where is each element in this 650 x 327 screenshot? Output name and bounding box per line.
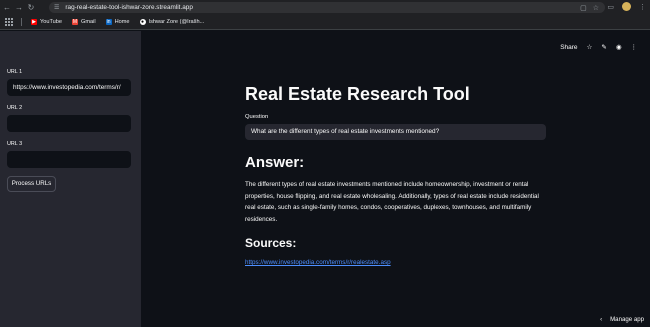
answer-heading: Answer: (245, 154, 305, 171)
chevron-left-icon: ‹ (600, 316, 603, 323)
url3-label: URL 3 (7, 141, 23, 147)
extensions-icon[interactable]: ▭ (607, 3, 614, 11)
url1-input[interactable]: https://www.investopedia.com/terms/r/ (7, 79, 131, 96)
answer-text: The different types of real estate inves… (245, 181, 539, 223)
linkedin-icon: in (105, 19, 112, 25)
bookmark-label: Home (114, 19, 130, 25)
bookmark-label: Gmail (80, 19, 96, 25)
bookmark-star-icon[interactable]: ☆ (593, 4, 599, 12)
url2-input[interactable] (7, 115, 131, 132)
sources-heading: Sources: (245, 236, 297, 250)
star-icon[interactable]: ☆ (587, 43, 593, 51)
browser-menu-icon[interactable]: ⋮ (639, 3, 646, 11)
page-title: Real Estate Research Tool (245, 84, 470, 104)
sidebar: URL 1 https://www.investopedia.com/terms… (0, 31, 141, 327)
browser-toolbar: ← → ↻ ☰ rag-real-estate-tool-ishwar-zore… (0, 0, 650, 15)
address-url[interactable]: rag-real-estate-tool-ishwar-zore.streaml… (65, 4, 193, 11)
bookmark-github[interactable]: ● Ishwar Zore (@Irašh... (139, 19, 205, 25)
app-toolbar: Share ☆ ✎ ◉ ⋮ (560, 43, 638, 52)
content-column: Real Estate Research Tool Question What … (245, 84, 547, 266)
bookmark-youtube[interactable]: ▶ YouTube (31, 19, 62, 25)
youtube-icon: ▶ (31, 19, 37, 25)
bookmark-label: YouTube (40, 19, 62, 25)
manage-app-button[interactable]: ‹ Manage app (600, 316, 644, 323)
github-icon[interactable]: ◉ (616, 43, 622, 51)
profile-avatar[interactable] (622, 2, 631, 11)
source-link[interactable]: https://www.investopedia.com/terms/r/rea… (245, 259, 547, 266)
app-menu-icon[interactable]: ⋮ (631, 43, 638, 51)
bookmarks-bar: ▶ YouTube M Gmail in Home ● Ishwar Zore … (0, 15, 650, 30)
manage-app-label: Manage app (610, 316, 644, 323)
bookmark-label: Ishwar Zore (@Irašh... (148, 19, 205, 25)
url1-label: URL 1 (7, 69, 23, 75)
bookmarks-divider (21, 18, 22, 26)
bookmark-gmail[interactable]: M Gmail (71, 19, 96, 25)
share-button[interactable]: Share (560, 44, 577, 51)
forward-icon[interactable]: → (14, 3, 24, 13)
main-content: Share ☆ ✎ ◉ ⋮ Real Estate Research Tool … (141, 31, 650, 327)
gmail-icon: M (71, 19, 78, 25)
process-urls-button[interactable]: Process URLs (7, 176, 56, 192)
question-input[interactable]: What are the different types of real est… (245, 124, 546, 140)
apps-grid-icon[interactable] (5, 18, 13, 26)
reload-icon[interactable]: ↻ (26, 3, 36, 13)
edit-icon[interactable]: ✎ (601, 43, 606, 51)
site-info-icon[interactable]: ☰ (54, 4, 59, 11)
bookmark-home[interactable]: in Home (105, 19, 130, 25)
url3-input[interactable] (7, 151, 131, 168)
address-bar[interactable]: ☰ rag-real-estate-tool-ishwar-zore.strea… (49, 2, 605, 13)
github-icon: ● (139, 19, 146, 25)
url2-label: URL 2 (7, 105, 23, 111)
back-icon[interactable]: ← (2, 3, 12, 13)
cast-icon[interactable]: ▢ (580, 4, 587, 12)
question-label: Question (245, 114, 269, 120)
